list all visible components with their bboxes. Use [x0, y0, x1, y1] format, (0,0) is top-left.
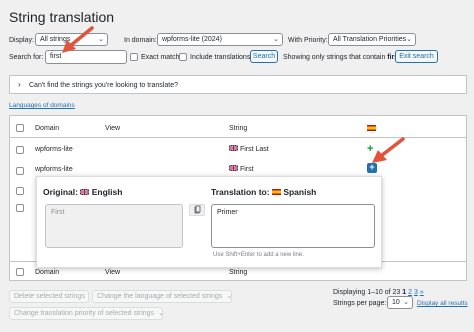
arrow-to-search-icon — [62, 26, 94, 53]
arrow-to-add-translation-icon — [372, 137, 405, 163]
annotation-arrows — [62, 26, 405, 163]
